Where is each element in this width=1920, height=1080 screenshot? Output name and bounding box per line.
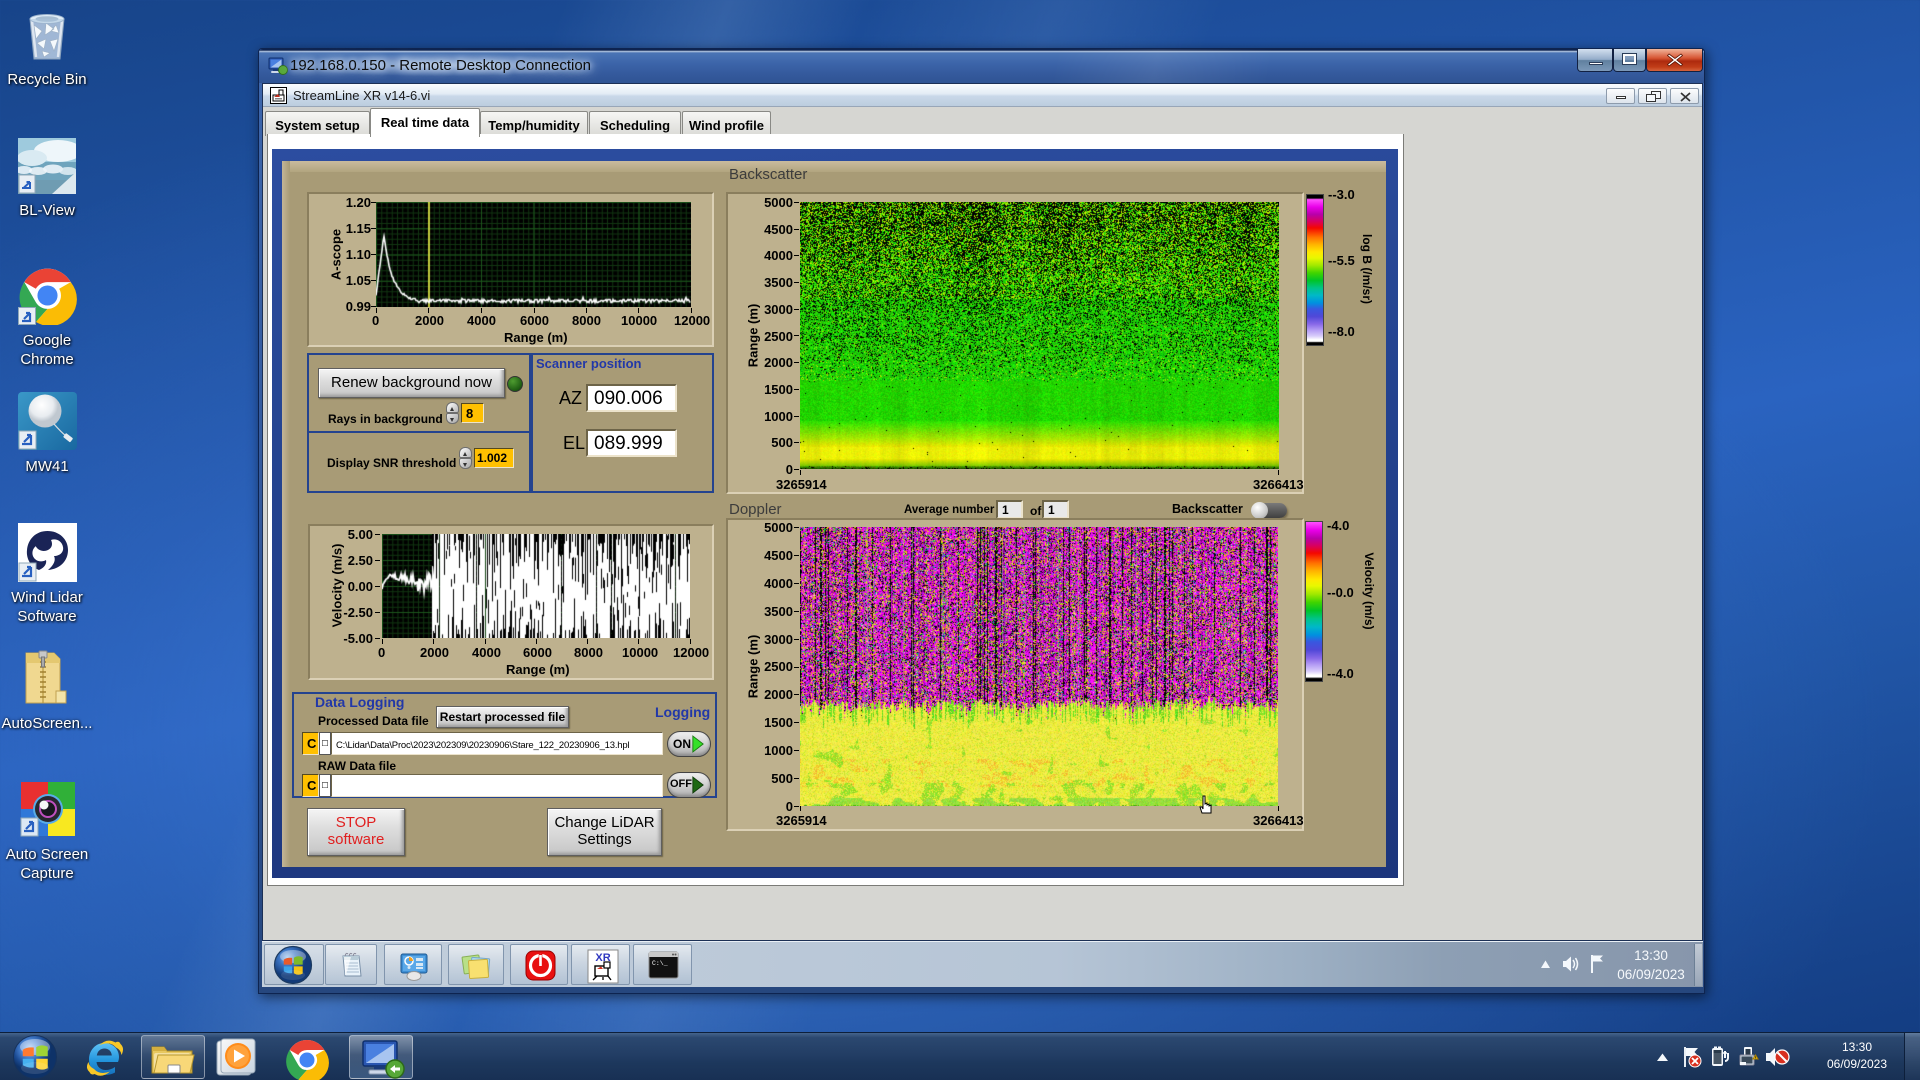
svg-text:C:\_: C:\_: [652, 960, 668, 967]
